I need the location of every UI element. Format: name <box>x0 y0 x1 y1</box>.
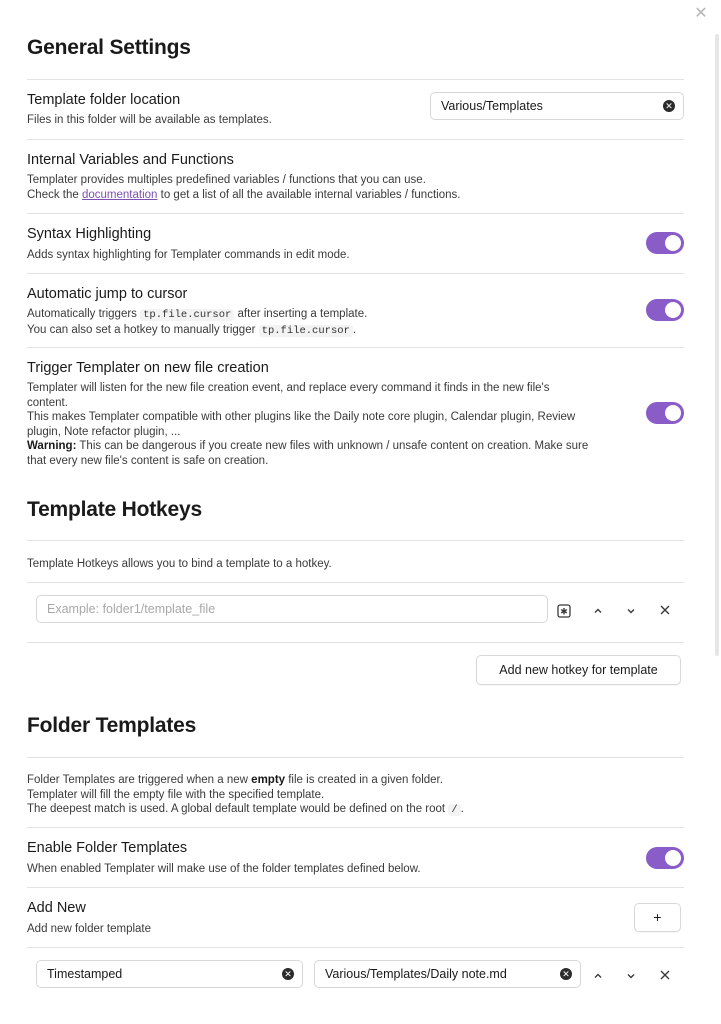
chevron-up-icon[interactable] <box>589 968 607 986</box>
divider <box>27 947 684 948</box>
clear-icon[interactable]: ✕ <box>663 100 675 112</box>
template-folder-input[interactable]: Various/Templates ✕ <box>430 92 684 120</box>
desc-text: This can be dangerous if you create new … <box>76 440 589 452</box>
divider <box>27 213 684 214</box>
divider <box>27 642 684 643</box>
divider <box>27 582 684 583</box>
toggle-knob <box>665 405 681 421</box>
jump-to-cursor-name: Automatic jump to cursor <box>27 286 188 302</box>
enable-folder-templates-name: Enable Folder Templates <box>27 840 188 856</box>
internal-variables-name: Internal Variables and Functions <box>27 152 234 168</box>
desc-line: Templater will fill the empty file with … <box>27 788 325 801</box>
jump-to-cursor-toggle[interactable] <box>646 299 684 321</box>
desc-line: Folder Templates are triggered when a ne… <box>27 773 637 788</box>
inline-code: / <box>448 804 461 816</box>
divider <box>27 757 684 758</box>
warning-label: Warning: <box>27 440 77 452</box>
divider <box>27 79 684 80</box>
enable-folder-templates-desc: When enabled Templater will make use of … <box>27 863 421 875</box>
desc-line: Templater provides multiples predefined … <box>27 174 426 186</box>
emphasis: empty <box>251 774 286 786</box>
desc-text: Folder Templates are triggered when a ne… <box>27 774 252 786</box>
template-value: Various/Templates/Daily note.md <box>325 967 507 981</box>
desc-line: The deepest match is used. A global defa… <box>27 802 637 818</box>
trigger-new-file-name: Trigger Templater on new file creation <box>27 360 269 376</box>
internal-variables-desc: Templater provides multiples predefined … <box>27 173 637 202</box>
enable-folder-templates-toggle[interactable] <box>646 847 684 869</box>
clear-icon[interactable]: ✕ <box>560 968 572 980</box>
svg-text:✱: ✱ <box>560 608 568 618</box>
desc-text: . <box>460 803 464 815</box>
desc-line: Warning: This can be dangerous if you cr… <box>27 439 632 454</box>
general-settings-title: General Settings <box>27 36 191 59</box>
add-new-name: Add New <box>27 900 86 916</box>
divider <box>27 273 684 274</box>
trigger-new-file-desc: Templater will listen for the new file c… <box>27 381 632 468</box>
template-folder-value: Various/Templates <box>441 99 543 113</box>
delete-icon[interactable] <box>656 603 674 621</box>
inline-code: tp.file.cursor <box>258 324 353 337</box>
add-folder-template-button[interactable]: + <box>634 903 681 932</box>
trigger-new-file-toggle[interactable] <box>646 402 684 424</box>
clear-icon[interactable]: ✕ <box>282 968 294 980</box>
desc-line: Templater will listen for the new file c… <box>27 382 550 394</box>
desc-text: Automatically triggers <box>27 308 141 320</box>
add-new-desc: Add new folder template <box>27 923 152 935</box>
desc-line: content. <box>27 396 68 409</box>
desc-text: You can also set a hotkey to manually tr… <box>27 323 259 336</box>
chevron-down-icon[interactable] <box>622 603 640 621</box>
divider <box>27 827 684 828</box>
desc-text: to get a list of all the available inter… <box>157 188 461 201</box>
desc-line: Automatically triggers tp.file.cursor af… <box>27 307 637 323</box>
desc-line: that every new file's content is safe on… <box>27 454 269 467</box>
desc-line: Check the documentation to get a list of… <box>27 188 637 203</box>
toggle-knob <box>665 235 681 251</box>
hotkey-template-input[interactable]: Example: folder1/template_file <box>36 595 548 623</box>
divider <box>27 347 684 348</box>
toggle-knob <box>665 302 681 318</box>
chevron-up-icon[interactable] <box>589 603 607 621</box>
folder-value: Timestamped <box>47 967 123 981</box>
syntax-highlighting-desc: Adds syntax highlighting for Templater c… <box>27 249 350 261</box>
syntax-highlighting-toggle[interactable] <box>646 232 684 254</box>
command-icon[interactable]: ✱ <box>555 604 573 622</box>
desc-text: Check the <box>27 188 82 201</box>
desc-text: after inserting a template. <box>234 308 368 320</box>
jump-to-cursor-desc: Automatically triggers tp.file.cursor af… <box>27 307 637 338</box>
template-folder-name: Template folder location <box>27 92 181 108</box>
delete-icon[interactable] <box>656 968 674 986</box>
template-hotkeys-title: Template Hotkeys <box>27 498 202 521</box>
close-icon[interactable]: ✕ <box>693 6 709 22</box>
divider <box>27 139 684 140</box>
template-input[interactable]: Various/Templates/Daily note.md ✕ <box>314 960 581 988</box>
documentation-link[interactable]: documentation <box>82 189 157 201</box>
desc-line: This makes Templater compatible with oth… <box>27 411 576 423</box>
divider <box>27 540 684 541</box>
folder-input[interactable]: Timestamped ✕ <box>36 960 303 988</box>
desc-line: plugin, Note refactor plugin, ... <box>27 425 181 438</box>
desc-line: You can also set a hotkey to manually tr… <box>27 323 637 339</box>
desc-text: . <box>352 323 357 336</box>
desc-text: file is created in a given folder. <box>285 774 443 786</box>
syntax-highlighting-name: Syntax Highlighting <box>27 226 152 242</box>
add-hotkey-button[interactable]: Add new hotkey for template <box>476 655 681 685</box>
scrollbar[interactable] <box>715 34 719 656</box>
folder-templates-desc: Folder Templates are triggered when a ne… <box>27 773 637 818</box>
chevron-down-icon[interactable] <box>622 968 640 986</box>
toggle-knob <box>665 850 681 866</box>
inline-code: tp.file.cursor <box>140 309 235 321</box>
desc-text: The deepest match is used. A global defa… <box>27 803 449 815</box>
divider <box>27 887 684 888</box>
folder-templates-title: Folder Templates <box>27 714 197 737</box>
template-hotkeys-desc: Template Hotkeys allows you to bind a te… <box>27 558 332 570</box>
